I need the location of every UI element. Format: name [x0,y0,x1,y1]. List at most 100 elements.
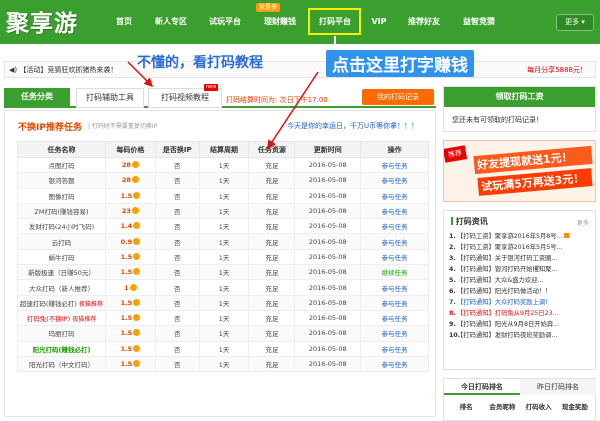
task-name: 图像打码 [48,192,75,201]
news-index: 3. [449,255,456,262]
news-item[interactable]: 9.【打码通知】阳光从9月8日开始奔... [449,319,592,330]
task-name-cell: 阳光打码(赚钱必打) [17,340,106,357]
more-dropdown-button[interactable]: 更多 ▾ [556,14,594,31]
news-item[interactable]: 6.【打码通知】阳光打码做活动！！ [449,286,592,297]
action-cell: 参与任务 [360,340,429,357]
join-task-link[interactable]: 参与任务 [382,223,408,231]
news-item[interactable]: 8.【打码通知】打码兔从9月25日23... [449,308,592,319]
join-task-link[interactable]: 参与任务 [382,177,408,185]
date-cell: 2016-05-08 [294,156,362,174]
col-task-name: 任务名称 [17,141,106,158]
table-row: 玛丽打码 1.5 否 1天 充足 2016-05-08 参与任务 [17,325,429,342]
task-name: 超速打码(赚钱必打) [19,299,77,308]
price-cell: 1.5 [104,355,156,373]
ip-cell: 否 [154,325,200,342]
news-item[interactable]: 3.【打码通知】关于银河打码工资圈... [449,253,592,264]
news-more-link[interactable]: 更多 [577,218,589,227]
join-task-link[interactable]: 参与任务 [382,315,408,323]
task-price: 1.4 [120,222,133,231]
date-cell: 2016-05-08 [294,340,362,357]
nav-home[interactable]: 首页 [108,0,140,44]
join-task-link[interactable]: 继续任务 [382,269,408,277]
tab-yesterday-rank[interactable]: 昨日打码排名 [520,379,596,395]
table-row: 阳光打码(赚钱必打) 1.5 否 1天 充足 2016-05-08 参与任务 [17,340,429,357]
join-task-link[interactable]: 参与任务 [382,346,408,354]
lucky-day-link[interactable]: 今天是你的幸运日，千万U币等你拿！！！ [287,121,418,131]
cycle-cell: 1天 [198,156,250,174]
task-name-cell: 银河答题 [17,172,106,189]
news-index: 8. [449,310,456,317]
task-name: 新版极速（日赚50元） [28,269,95,278]
announcement-left[interactable]: ◀) 【活动】竞猜狂欢抓猪热来袭！ [9,65,117,75]
nav-newbie[interactable]: 新人专区 [145,0,197,44]
nav-vip[interactable]: VIP [365,0,393,44]
coin-icon [133,222,141,230]
action-cell: 继续任务 [360,264,429,281]
task-price: 1.5 [120,268,133,277]
nav-trial[interactable]: 试玩平台 [199,0,251,44]
col-price: 每码价格 [104,141,156,158]
cycle-cell: 1天 [198,279,250,296]
join-task-link[interactable]: 参与任务 [382,300,408,308]
join-task-link[interactable]: 参与任务 [382,208,408,216]
announcement-right[interactable]: 每月分享5888元！ [527,65,587,75]
click-here-annotation: 点击这里打字赚钱 [326,50,474,77]
news-item[interactable]: 1.【打码工资】聚享游2016年5月8号... [449,231,592,242]
news-bar-icon [451,217,453,225]
news-item[interactable]: 5.【打码通知】大众&盛力欢迎... [449,275,592,286]
join-task-link[interactable]: 参与任务 [382,254,408,262]
price-cell: 1.5 [104,325,156,342]
promo-banner[interactable]: 推荐 好友提现就送1元！ 试玩满5万再送3元！ [443,140,596,202]
task-name: 大众打码（新人推荐） [28,284,94,293]
tab-today-rank[interactable]: 今日打码排名 [444,379,520,395]
resource-cell: 充足 [248,248,296,266]
cycle-cell: 1天 [198,187,250,204]
task-price: 1.5 [120,191,133,200]
join-task-link[interactable]: 参与任务 [382,162,408,170]
task-name-cell: 蜗牛打码 [17,248,106,266]
news-item[interactable]: 2.【打码工资】聚享游2016年5月5号... [449,242,592,253]
task-price: 1.5 [120,360,133,368]
section-title: 不换IP推荐任务 [18,123,82,133]
tab-task-category[interactable]: 任务分类 [4,88,70,108]
ip-cell: 否 [154,294,200,311]
cycle-cell: 1天 [198,325,250,342]
ip-cell: 否 [154,233,200,250]
col-cycle: 结算周期 [198,141,250,158]
ip-cell: 否 [154,218,200,235]
nav-quiz[interactable]: 益智竞猜 [453,0,505,44]
section-subtitle: | 打码时不需要重复切换IP [88,123,158,130]
tab-coding-tools[interactable]: 打码辅助工具 [76,88,144,108]
news-item[interactable]: 4.【打码通知】银河打码开始攫知聚... [449,264,592,275]
news-item[interactable]: 7.【打码通知】大众打码奖励上调! [449,297,592,308]
table-row: 新版极速（日赚50元） 1.5 否 1天 充足 2016-05-08 继续任务 [17,264,429,281]
coin-icon [133,237,141,245]
date-cell: 2016-05-08 [294,264,362,281]
recommend-tag: 夜猫推荐 [79,300,104,308]
join-task-link[interactable]: 参与任务 [382,330,408,338]
news-item[interactable]: 10.【打码通知】发财打码夜班奖励调... [449,330,592,341]
site-logo[interactable]: 聚享游 [6,4,78,38]
join-task-link[interactable]: 参与任务 [382,361,408,369]
join-task-link[interactable]: 参与任务 [382,239,408,247]
speaker-icon: ◀) [9,66,18,74]
rank-header: 排名 会员昵称 打码收入 现金奖励 [448,401,593,411]
my-records-button[interactable]: 我的打码记录 [362,89,434,105]
news-item-text: 【打码通知】大众&盛力欢迎... [457,277,544,284]
ip-cell: 否 [154,172,200,189]
join-task-link[interactable]: 参与任务 [382,285,408,293]
join-task-link[interactable]: 参与任务 [382,193,408,201]
cycle-cell: 1天 [198,294,250,311]
resource-cell: 充足 [248,294,296,311]
nav-invite[interactable]: 推荐好友 [398,0,450,44]
price-cell: 0.9 [104,233,156,250]
action-cell: 参与任务 [360,172,429,189]
tab-video-tutorial[interactable]: 打码视频教程 [148,88,222,108]
news-item-text: 【打码通知】大众打码奖励上调! [457,299,548,306]
col-resource: 任务资源 [248,141,296,158]
action-cell: 参与任务 [360,294,429,311]
task-price: 28 [121,176,131,185]
task-name: 银河答题 [48,177,75,186]
task-name-cell: 发财打码(24小时飞码) [17,218,106,235]
ip-cell: 否 [154,279,200,296]
